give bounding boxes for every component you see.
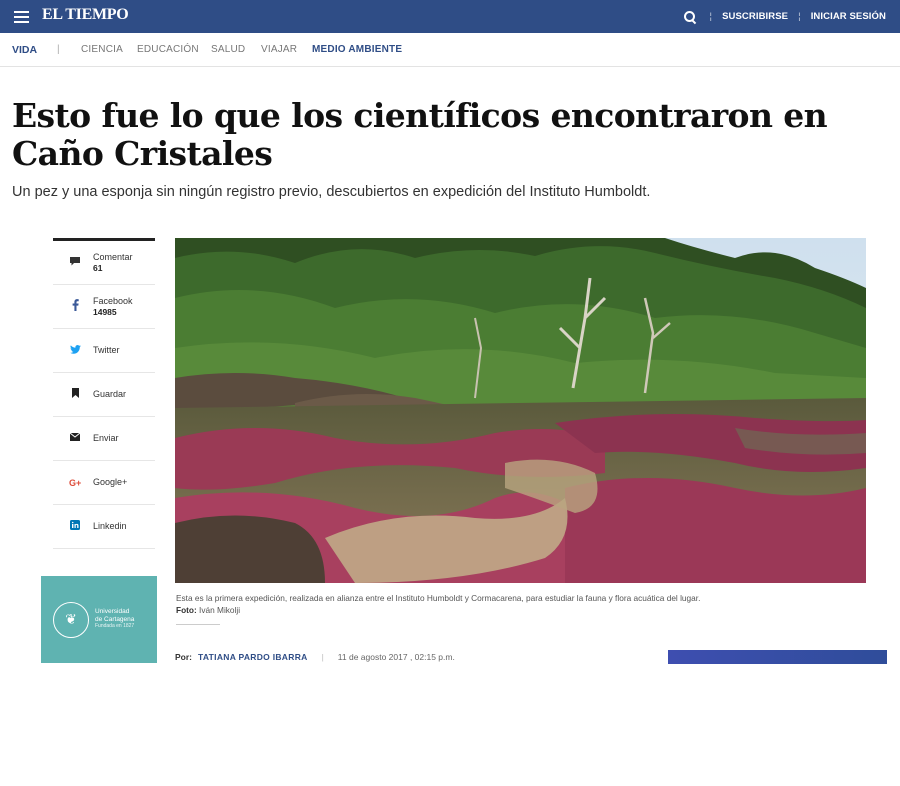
share-count: 61 <box>93 262 103 273</box>
share-bar: Comentar 61 Facebook 14985 Twitter Guardar… <box>53 238 155 549</box>
email-button[interactable]: Enviar <box>53 417 155 461</box>
twitter-icon <box>69 344 81 357</box>
separator: ¦ <box>709 11 713 22</box>
search-icon[interactable] <box>683 10 696 23</box>
save-button[interactable]: Guardar <box>53 373 155 417</box>
login-link[interactable]: INICIAR SESIÓN <box>811 11 886 22</box>
nav-item-ciencia[interactable]: CIENCIA <box>81 44 123 55</box>
share-label: Linkedin <box>93 521 127 531</box>
photo-credit: Iván Mikolji <box>199 605 241 615</box>
facebook-icon <box>69 299 81 314</box>
nav-item-viajar[interactable]: VIAJAR <box>261 44 297 55</box>
comment-icon <box>69 256 81 269</box>
byline-divider: | <box>321 652 324 662</box>
byline-prefix: Por: <box>175 652 192 662</box>
share-label: Guardar <box>93 389 127 399</box>
share-count: 14985 <box>93 306 117 317</box>
share-facebook-button[interactable]: Facebook 14985 <box>53 285 155 329</box>
share-google-plus-button[interactable]: G+ Google+ <box>53 461 155 505</box>
photo-caption: Esta es la primera expedición, realizada… <box>176 592 876 616</box>
share-twitter-button[interactable]: Twitter <box>53 329 155 373</box>
publish-date: 11 de agosto 2017 , 02:15 p.m. <box>337 652 455 662</box>
linkedin-icon <box>69 520 81 533</box>
ad-line-2: de Cartagena <box>95 615 135 623</box>
ad-line-3: Fundada en 1827 <box>95 623 135 630</box>
share-label: Comentar <box>93 251 133 262</box>
author-link[interactable]: TATIANA PARDO IBARRA <box>198 652 308 662</box>
promo-bar[interactable] <box>668 650 887 664</box>
article-photo <box>175 238 866 583</box>
share-label: Google+ <box>93 477 128 487</box>
separator: ¦ <box>798 11 801 22</box>
top-actions: ¦ SUSCRIBIRSE ¦ INICIAR SESIÓN <box>683 0 887 33</box>
university-seal-icon: ❦ <box>53 601 89 638</box>
nav-item-medio-ambiente[interactable]: MEDIO AMBIENTE <box>312 44 402 55</box>
caption-text: Esta es la primera expedición, realizada… <box>176 593 701 603</box>
share-label: Enviar <box>93 433 119 443</box>
share-comment-button[interactable]: Comentar 61 <box>53 241 155 285</box>
ad-banner[interactable]: ❦ Universidad de Cartagena Fundada en 18… <box>41 576 157 663</box>
article-title: Esto fue lo que los científicos encontra… <box>12 96 828 173</box>
article-subtitle: Un pez y una esponja sin ningún registro… <box>12 184 651 200</box>
bookmark-icon <box>69 388 81 401</box>
share-linkedin-button[interactable]: Linkedin <box>53 505 155 549</box>
share-label: Twitter <box>93 345 120 355</box>
ad-line-1: Universidad <box>95 608 130 616</box>
section-title[interactable]: VIDA <box>12 44 37 56</box>
share-label: Facebook <box>93 295 133 306</box>
subscribe-link[interactable]: SUSCRIBIRSE <box>722 11 788 22</box>
section-nav: VIDA | CIENCIA EDUCACIÓN SALUD VIAJAR ME… <box>0 33 900 67</box>
email-icon <box>69 432 81 444</box>
menu-icon[interactable] <box>14 11 29 23</box>
nav-divider: | <box>57 44 60 55</box>
nav-item-salud[interactable]: SALUD <box>211 44 245 55</box>
photo-credit-label: Foto: <box>176 605 197 615</box>
google-plus-icon: G+ <box>69 477 82 488</box>
site-logo[interactable]: EL TIEMPO <box>42 6 129 24</box>
caption-divider <box>176 624 220 625</box>
byline: Por: TATIANA PARDO IBARRA | 11 de agosto… <box>175 652 455 662</box>
top-bar: EL TIEMPO ¦ SUSCRIBIRSE ¦ INICIAR SESIÓN <box>0 0 900 33</box>
nav-item-educacion[interactable]: EDUCACIÓN <box>137 44 199 55</box>
